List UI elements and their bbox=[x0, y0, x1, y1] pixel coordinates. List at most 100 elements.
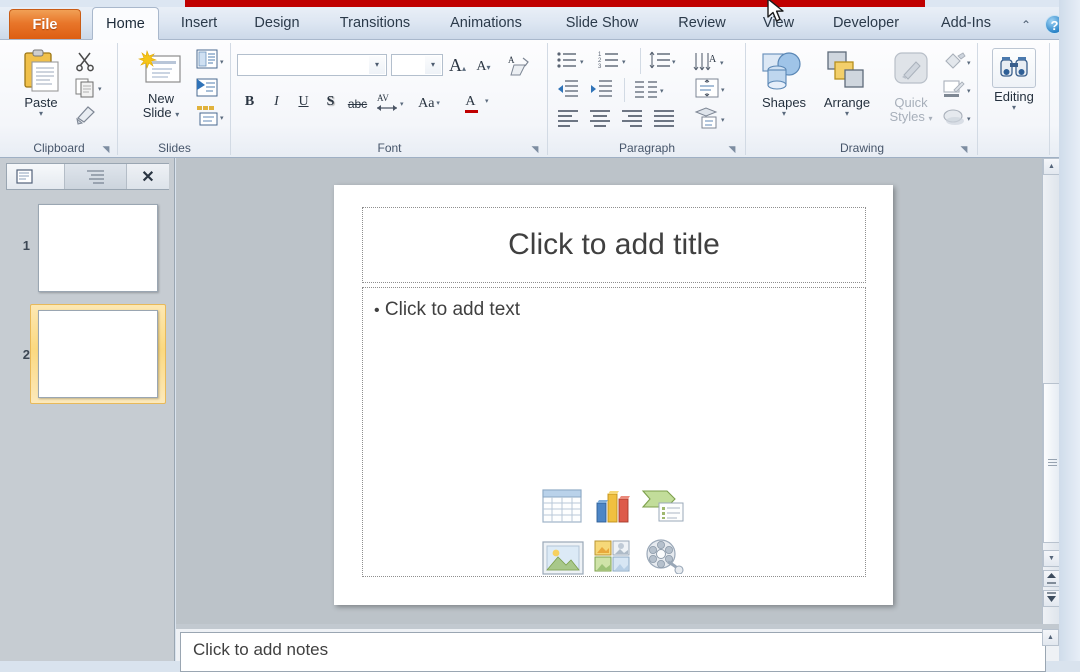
insert-media-clip-icon[interactable] bbox=[639, 535, 689, 585]
chevron-down-icon[interactable]: ▾ bbox=[672, 58, 676, 66]
line-spacing-button[interactable]: ▾ bbox=[648, 50, 682, 72]
previous-slide-button[interactable] bbox=[1043, 570, 1060, 587]
slide-edit-area[interactable]: Click to add title • Click to add text bbox=[176, 158, 1042, 624]
next-slide-button[interactable] bbox=[1043, 590, 1060, 607]
numbering-button[interactable]: 123 ▾ bbox=[598, 50, 632, 72]
current-slide[interactable]: Click to add title • Click to add text bbox=[334, 185, 893, 605]
shape-effects-button[interactable]: ▾ bbox=[942, 106, 976, 130]
chevron-down-icon[interactable]: ▾ bbox=[369, 56, 385, 74]
reset-button[interactable] bbox=[196, 76, 230, 100]
shapes-button[interactable]: Shapes ▾ bbox=[754, 48, 814, 118]
thumbnail-row-2[interactable]: 2 bbox=[0, 304, 175, 404]
font-name-combo[interactable]: ▾ bbox=[237, 54, 387, 76]
tab-file[interactable]: File bbox=[9, 9, 81, 39]
notes-placeholder[interactable]: Click to add notes bbox=[180, 632, 1046, 672]
shape-outline-button[interactable]: ▾ bbox=[942, 78, 976, 102]
slide-vertical-scrollbar[interactable]: ▲ ▼ bbox=[1042, 158, 1060, 624]
chevron-down-icon[interactable]: ▾ bbox=[967, 115, 971, 123]
insert-table-icon[interactable] bbox=[539, 485, 589, 535]
bullets-button[interactable]: ▾ bbox=[556, 50, 590, 72]
chevron-down-icon[interactable]: ▾ bbox=[400, 100, 404, 108]
chevron-down-icon[interactable]: ▾ bbox=[660, 87, 664, 95]
chevron-down-icon[interactable]: ▾ bbox=[10, 110, 72, 118]
tab-transitions[interactable]: Transitions bbox=[325, 7, 425, 40]
decrease-indent-button[interactable] bbox=[556, 78, 584, 102]
convert-to-smartart-button[interactable]: ▾ bbox=[694, 106, 732, 132]
insert-clip-art-icon[interactable] bbox=[589, 535, 639, 585]
copy-button[interactable]: ▾ bbox=[74, 76, 108, 98]
font-size-combo[interactable]: ▾ bbox=[391, 54, 443, 76]
chevron-down-icon[interactable]: ▾ bbox=[220, 58, 224, 66]
scrollbar-thumb[interactable] bbox=[1043, 383, 1060, 543]
tab-insert[interactable]: Insert bbox=[166, 7, 232, 40]
tab-home[interactable]: Home bbox=[92, 7, 159, 40]
insert-chart-icon[interactable] bbox=[589, 485, 639, 535]
chevron-down-icon[interactable]: ▾ bbox=[425, 56, 441, 74]
increase-font-size-button[interactable]: A▴ bbox=[445, 53, 470, 77]
tab-review[interactable]: Review bbox=[666, 7, 738, 40]
chevron-down-icon[interactable]: ▾ bbox=[816, 110, 878, 118]
chevron-down-icon[interactable]: ▾ bbox=[967, 87, 971, 95]
justify-button[interactable] bbox=[652, 108, 678, 130]
columns-button[interactable]: ▾ bbox=[634, 78, 670, 102]
font-color-button[interactable]: A ▾ bbox=[457, 90, 491, 114]
font-dialog-launcher[interactable]: ◥ bbox=[529, 143, 541, 155]
editing-button[interactable]: Editing ▾ bbox=[983, 48, 1045, 112]
chevron-down-icon[interactable]: ▾ bbox=[754, 110, 814, 118]
notes-pane[interactable]: Click to add notes bbox=[176, 629, 1059, 672]
chevron-down-icon[interactable]: ▾ bbox=[98, 85, 102, 93]
slide-thumbnail-2[interactable] bbox=[38, 310, 158, 398]
scroll-up-button[interactable]: ▲ bbox=[1043, 158, 1060, 175]
insert-picture-icon[interactable] bbox=[539, 535, 589, 585]
bold-button[interactable]: B bbox=[237, 90, 262, 114]
change-case-button[interactable]: Aa ▾ bbox=[411, 92, 445, 116]
tab-animations[interactable]: Animations bbox=[436, 7, 536, 40]
title-placeholder[interactable]: Click to add title bbox=[362, 207, 866, 283]
close-pane-button[interactable]: ✕ bbox=[127, 164, 169, 189]
tab-developer[interactable]: Developer bbox=[817, 7, 915, 40]
decrease-font-size-button[interactable]: A▾ bbox=[471, 55, 496, 79]
text-shadow-button[interactable]: S bbox=[318, 90, 343, 114]
slide-thumbnail-1[interactable] bbox=[38, 204, 158, 292]
format-painter-button[interactable] bbox=[74, 102, 98, 126]
italic-button[interactable]: I bbox=[264, 90, 289, 114]
cut-button[interactable] bbox=[74, 50, 98, 72]
paragraph-dialog-launcher[interactable]: ◥ bbox=[726, 143, 738, 155]
chevron-down-icon[interactable]: ▾ bbox=[622, 58, 626, 66]
drawing-dialog-launcher[interactable]: ◥ bbox=[958, 143, 970, 155]
notes-scroll-up-button[interactable]: ▲ bbox=[1042, 629, 1059, 646]
outline-tab[interactable] bbox=[65, 164, 127, 189]
chevron-down-icon[interactable]: ▾ bbox=[220, 114, 224, 122]
layout-button[interactable]: ▾ bbox=[196, 48, 230, 72]
character-spacing-button[interactable]: AV ▾ bbox=[375, 90, 409, 114]
chevron-up-icon[interactable]: ⌃ bbox=[1018, 17, 1034, 33]
paste-button[interactable]: Paste ▾ bbox=[10, 48, 72, 118]
chevron-down-icon[interactable]: ▾ bbox=[721, 86, 725, 94]
tab-slide-show[interactable]: Slide Show bbox=[550, 7, 654, 40]
tab-add-ins[interactable]: Add-Ins bbox=[928, 7, 1004, 40]
scroll-down-button[interactable]: ▼ bbox=[1043, 550, 1060, 567]
thumbnail-row-1[interactable]: 1 bbox=[0, 200, 175, 294]
arrange-button[interactable]: Arrange ▾ bbox=[816, 48, 878, 118]
chevron-down-icon[interactable]: ▾ bbox=[967, 59, 971, 67]
content-placeholder[interactable]: • Click to add text bbox=[362, 287, 866, 577]
new-slide-button[interactable]: New Slide ▾ bbox=[130, 48, 192, 122]
chevron-down-icon[interactable]: ▾ bbox=[721, 116, 725, 124]
text-direction-button[interactable]: A ▾ bbox=[692, 50, 732, 74]
underline-button[interactable]: U bbox=[291, 90, 316, 114]
slides-tab[interactable] bbox=[7, 164, 65, 189]
align-center-button[interactable] bbox=[588, 108, 614, 130]
tab-design[interactable]: Design bbox=[243, 7, 311, 40]
shape-fill-button[interactable]: ▾ bbox=[942, 50, 976, 74]
chevron-down-icon[interactable]: ▾ bbox=[983, 104, 1045, 112]
clear-formatting-button[interactable]: A bbox=[507, 54, 533, 78]
section-button[interactable]: ▾ bbox=[196, 104, 230, 128]
chevron-down-icon[interactable]: ▾ bbox=[485, 97, 489, 105]
insert-smartart-icon[interactable] bbox=[639, 485, 689, 535]
clipboard-dialog-launcher[interactable]: ◥ bbox=[100, 143, 112, 155]
align-right-button[interactable] bbox=[620, 108, 646, 130]
align-left-button[interactable] bbox=[556, 108, 582, 130]
strikethrough-button[interactable]: abc bbox=[345, 92, 370, 116]
chevron-down-icon[interactable]: ▾ bbox=[580, 58, 584, 66]
align-text-button[interactable]: ▾ bbox=[694, 76, 732, 102]
